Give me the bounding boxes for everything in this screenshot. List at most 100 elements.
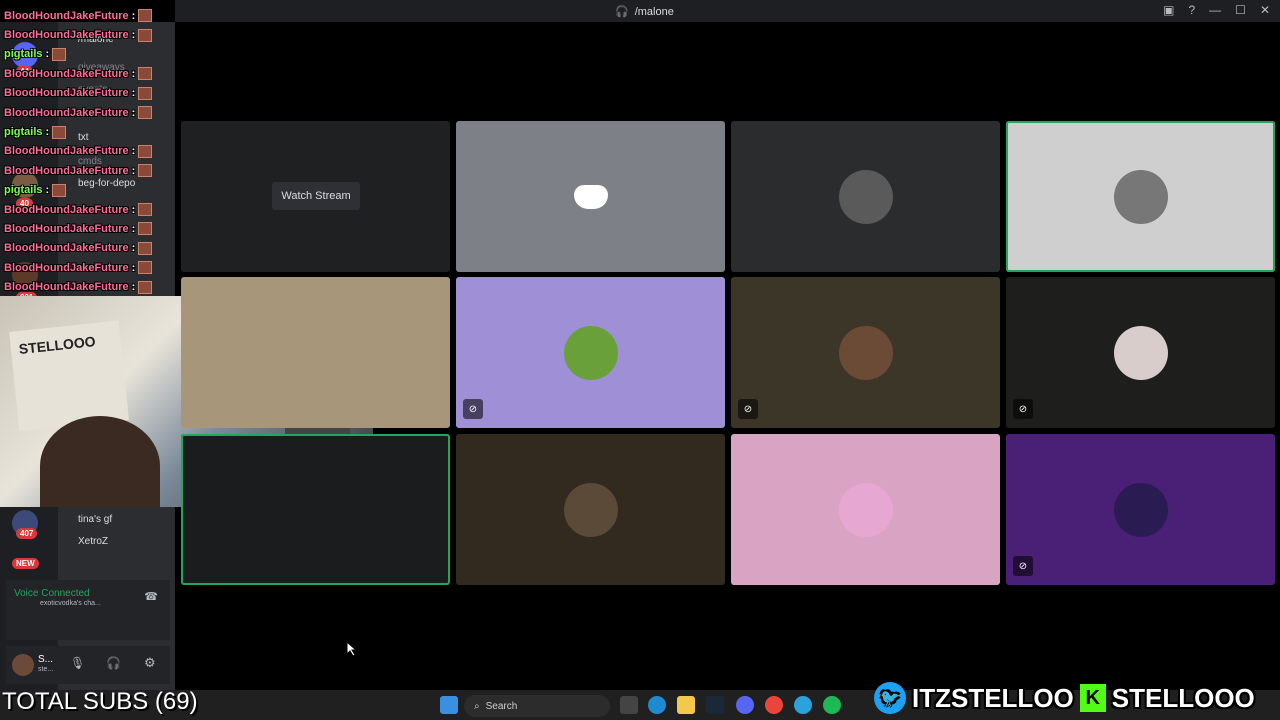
video-tile[interactable] <box>731 121 1000 272</box>
chat-username: BloodHoundJakeFuture <box>4 222 129 235</box>
maximize-icon[interactable]: ☐ <box>1235 3 1246 17</box>
chat-username: pigtails <box>4 48 43 61</box>
emote-icon <box>138 280 153 294</box>
help-icon[interactable]: ? <box>1188 3 1195 17</box>
streamer <box>40 416 160 507</box>
emote-icon <box>138 106 153 120</box>
chat-message: BloodHoundJakeFuture: <box>4 258 179 277</box>
stream-chat-overlay: BloodHoundJakeFuture: BloodHoundJakeFutur… <box>4 6 179 297</box>
new-badge: NEW <box>12 558 39 569</box>
headphones-icon[interactable]: 🎧 <box>106 656 121 670</box>
muted-mic-icon: ⊘ <box>463 399 483 419</box>
chat-username: BloodHoundJakeFuture <box>4 67 129 80</box>
chrome-icon[interactable] <box>765 696 783 714</box>
chat-separator: : <box>131 222 136 235</box>
chat-message: BloodHoundJakeFuture: <box>4 142 179 161</box>
edge-icon[interactable] <box>648 696 666 714</box>
channel-icon: 🎧 <box>615 6 629 18</box>
chat-username: BloodHoundJakeFuture <box>4 261 129 274</box>
muted-mic-icon: ⊘ <box>1013 399 1033 419</box>
telegram-icon[interactable] <box>794 696 812 714</box>
disconnect-icon[interactable]: ☎ <box>144 590 158 603</box>
chat-separator: : <box>131 87 136 100</box>
social-handles: 🐦 ITZSTELLOO K STELLOOO <box>874 682 1255 714</box>
voice-channel: exoticvodka's cha... <box>40 600 101 607</box>
windows-start-icon[interactable] <box>440 696 458 714</box>
inbox-icon[interactable]: ▣ <box>1163 3 1174 17</box>
chat-username: BloodHoundJakeFuture <box>4 164 129 177</box>
voice-member[interactable]: XetroZ <box>78 536 108 547</box>
avatar <box>1113 482 1168 537</box>
chat-separator: : <box>45 126 50 139</box>
chat-separator: : <box>131 29 136 42</box>
chat-message: pigtails: <box>4 122 179 141</box>
chat-separator: : <box>131 67 136 80</box>
chat-message: BloodHoundJakeFuture: <box>4 239 179 258</box>
settings-icon[interactable]: ⚙ <box>144 655 156 671</box>
window-title-text: /malone <box>634 5 674 18</box>
chat-separator: : <box>131 164 136 177</box>
chat-username: BloodHoundJakeFuture <box>4 281 129 294</box>
notification-badge: 407 <box>16 528 38 539</box>
chat-message: BloodHoundJakeFuture: <box>4 103 179 122</box>
emote-icon <box>138 164 153 178</box>
chat-separator: : <box>45 184 50 197</box>
chat-separator: : <box>45 48 50 61</box>
spotify-icon[interactable] <box>823 696 841 714</box>
chat-separator: : <box>131 261 136 274</box>
video-tile[interactable] <box>181 434 450 585</box>
muted-mic-icon: ⊘ <box>738 399 758 419</box>
chat-separator: : <box>131 242 136 255</box>
folder-icon[interactable] <box>677 696 695 714</box>
avatar <box>1113 325 1168 380</box>
discord-icon[interactable] <box>736 696 754 714</box>
chat-message: pigtails: <box>4 181 179 200</box>
close-icon[interactable]: ✕ <box>1260 3 1270 17</box>
chat-username: BloodHoundJakeFuture <box>4 106 129 119</box>
muted-mic-icon: ⊘ <box>1013 556 1033 576</box>
video-tile[interactable]: Watch Stream <box>181 121 450 272</box>
video-tile[interactable] <box>181 277 450 428</box>
emote-icon <box>52 47 67 61</box>
chat-message: pigtails: <box>4 45 179 64</box>
video-tile[interactable] <box>456 434 725 585</box>
search-icon: ⌕ <box>474 700 480 712</box>
video-tile[interactable] <box>731 434 1000 585</box>
avatar <box>838 169 893 224</box>
avatar <box>1113 169 1168 224</box>
search-placeholder: Search <box>485 700 518 712</box>
kick-handle: STELLOOO <box>1111 682 1255 713</box>
minimize-icon[interactable]: — <box>1209 3 1221 17</box>
steam-icon[interactable] <box>706 696 724 714</box>
chat-separator: : <box>131 106 136 119</box>
kick-icon: K <box>1079 684 1106 712</box>
emote-icon <box>138 144 153 158</box>
chat-message: BloodHoundJakeFuture: <box>4 6 179 25</box>
chat-message: BloodHoundJakeFuture: <box>4 200 179 219</box>
video-tile[interactable]: ⊘ <box>456 277 725 428</box>
emote-icon <box>138 67 153 81</box>
video-tile[interactable] <box>456 121 725 272</box>
microphone-icon[interactable]: 🎙 <box>70 656 85 670</box>
chat-separator: : <box>131 145 136 158</box>
video-tile[interactable] <box>1006 121 1275 272</box>
wall-banner: STELLOOO <box>9 320 129 432</box>
watch-stream-button[interactable]: Watch Stream <box>272 182 360 210</box>
video-tile[interactable]: ⊘ <box>1006 434 1275 585</box>
chat-separator: : <box>131 9 136 22</box>
taskbar-search[interactable]: ⌕ Search <box>464 695 610 717</box>
avatar <box>838 325 893 380</box>
avatar <box>838 482 893 537</box>
voice-member[interactable]: tina's gf <box>78 514 112 525</box>
video-tile[interactable]: ⊘ <box>1006 277 1275 428</box>
chat-username: BloodHoundJakeFuture <box>4 87 129 100</box>
window-controls: ▣ ? — ☐ ✕ <box>1163 3 1270 17</box>
chat-username: BloodHoundJakeFuture <box>4 203 129 216</box>
chat-username: pigtails <box>4 126 43 139</box>
app-icon[interactable] <box>620 696 638 714</box>
chat-message: BloodHoundJakeFuture: <box>4 84 179 103</box>
emote-icon <box>138 28 153 42</box>
avatar[interactable] <box>12 654 34 676</box>
chat-message: BloodHoundJakeFuture: <box>4 219 179 238</box>
video-tile[interactable]: ⊘ <box>731 277 1000 428</box>
